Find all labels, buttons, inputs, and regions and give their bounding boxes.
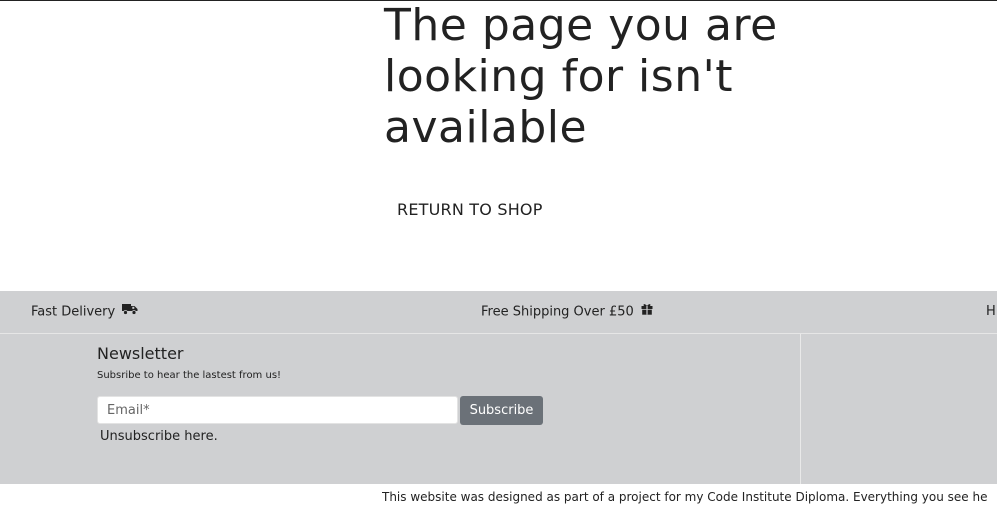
unsubscribe-link[interactable]: Unsubscribe here.: [100, 429, 218, 444]
subscribe-button[interactable]: Subscribe: [460, 396, 543, 425]
page-heading: The page you are looking for isn't avail…: [384, 0, 778, 153]
perk-free-shipping-label: Free Shipping Over £50: [481, 304, 634, 320]
gift-icon: [641, 291, 653, 333]
newsletter-subtitle: Subsribe to hear the lastest from us!: [97, 370, 282, 381]
perk-third-label: H: [986, 304, 996, 319]
footer: Newsletter Subsribe to hear the lastest …: [0, 334, 997, 484]
perk-fast-delivery-label: Fast Delivery: [31, 304, 116, 320]
newsletter-title: Newsletter: [97, 344, 184, 363]
perk-free-shipping: Free Shipping Over £50: [481, 291, 653, 333]
truck-icon: [122, 291, 138, 333]
perk-fast-delivery: Fast Delivery: [31, 291, 138, 333]
email-input[interactable]: [97, 396, 458, 424]
perk-bar: Fast Delivery Free Shipping Over £50 H: [0, 291, 997, 334]
footer-disclaimer: This website was designed as part of a p…: [382, 490, 988, 504]
footer-divider: [800, 334, 801, 484]
return-to-shop-link[interactable]: RETURN TO SHOP: [397, 200, 543, 219]
perk-third: H: [986, 291, 996, 333]
